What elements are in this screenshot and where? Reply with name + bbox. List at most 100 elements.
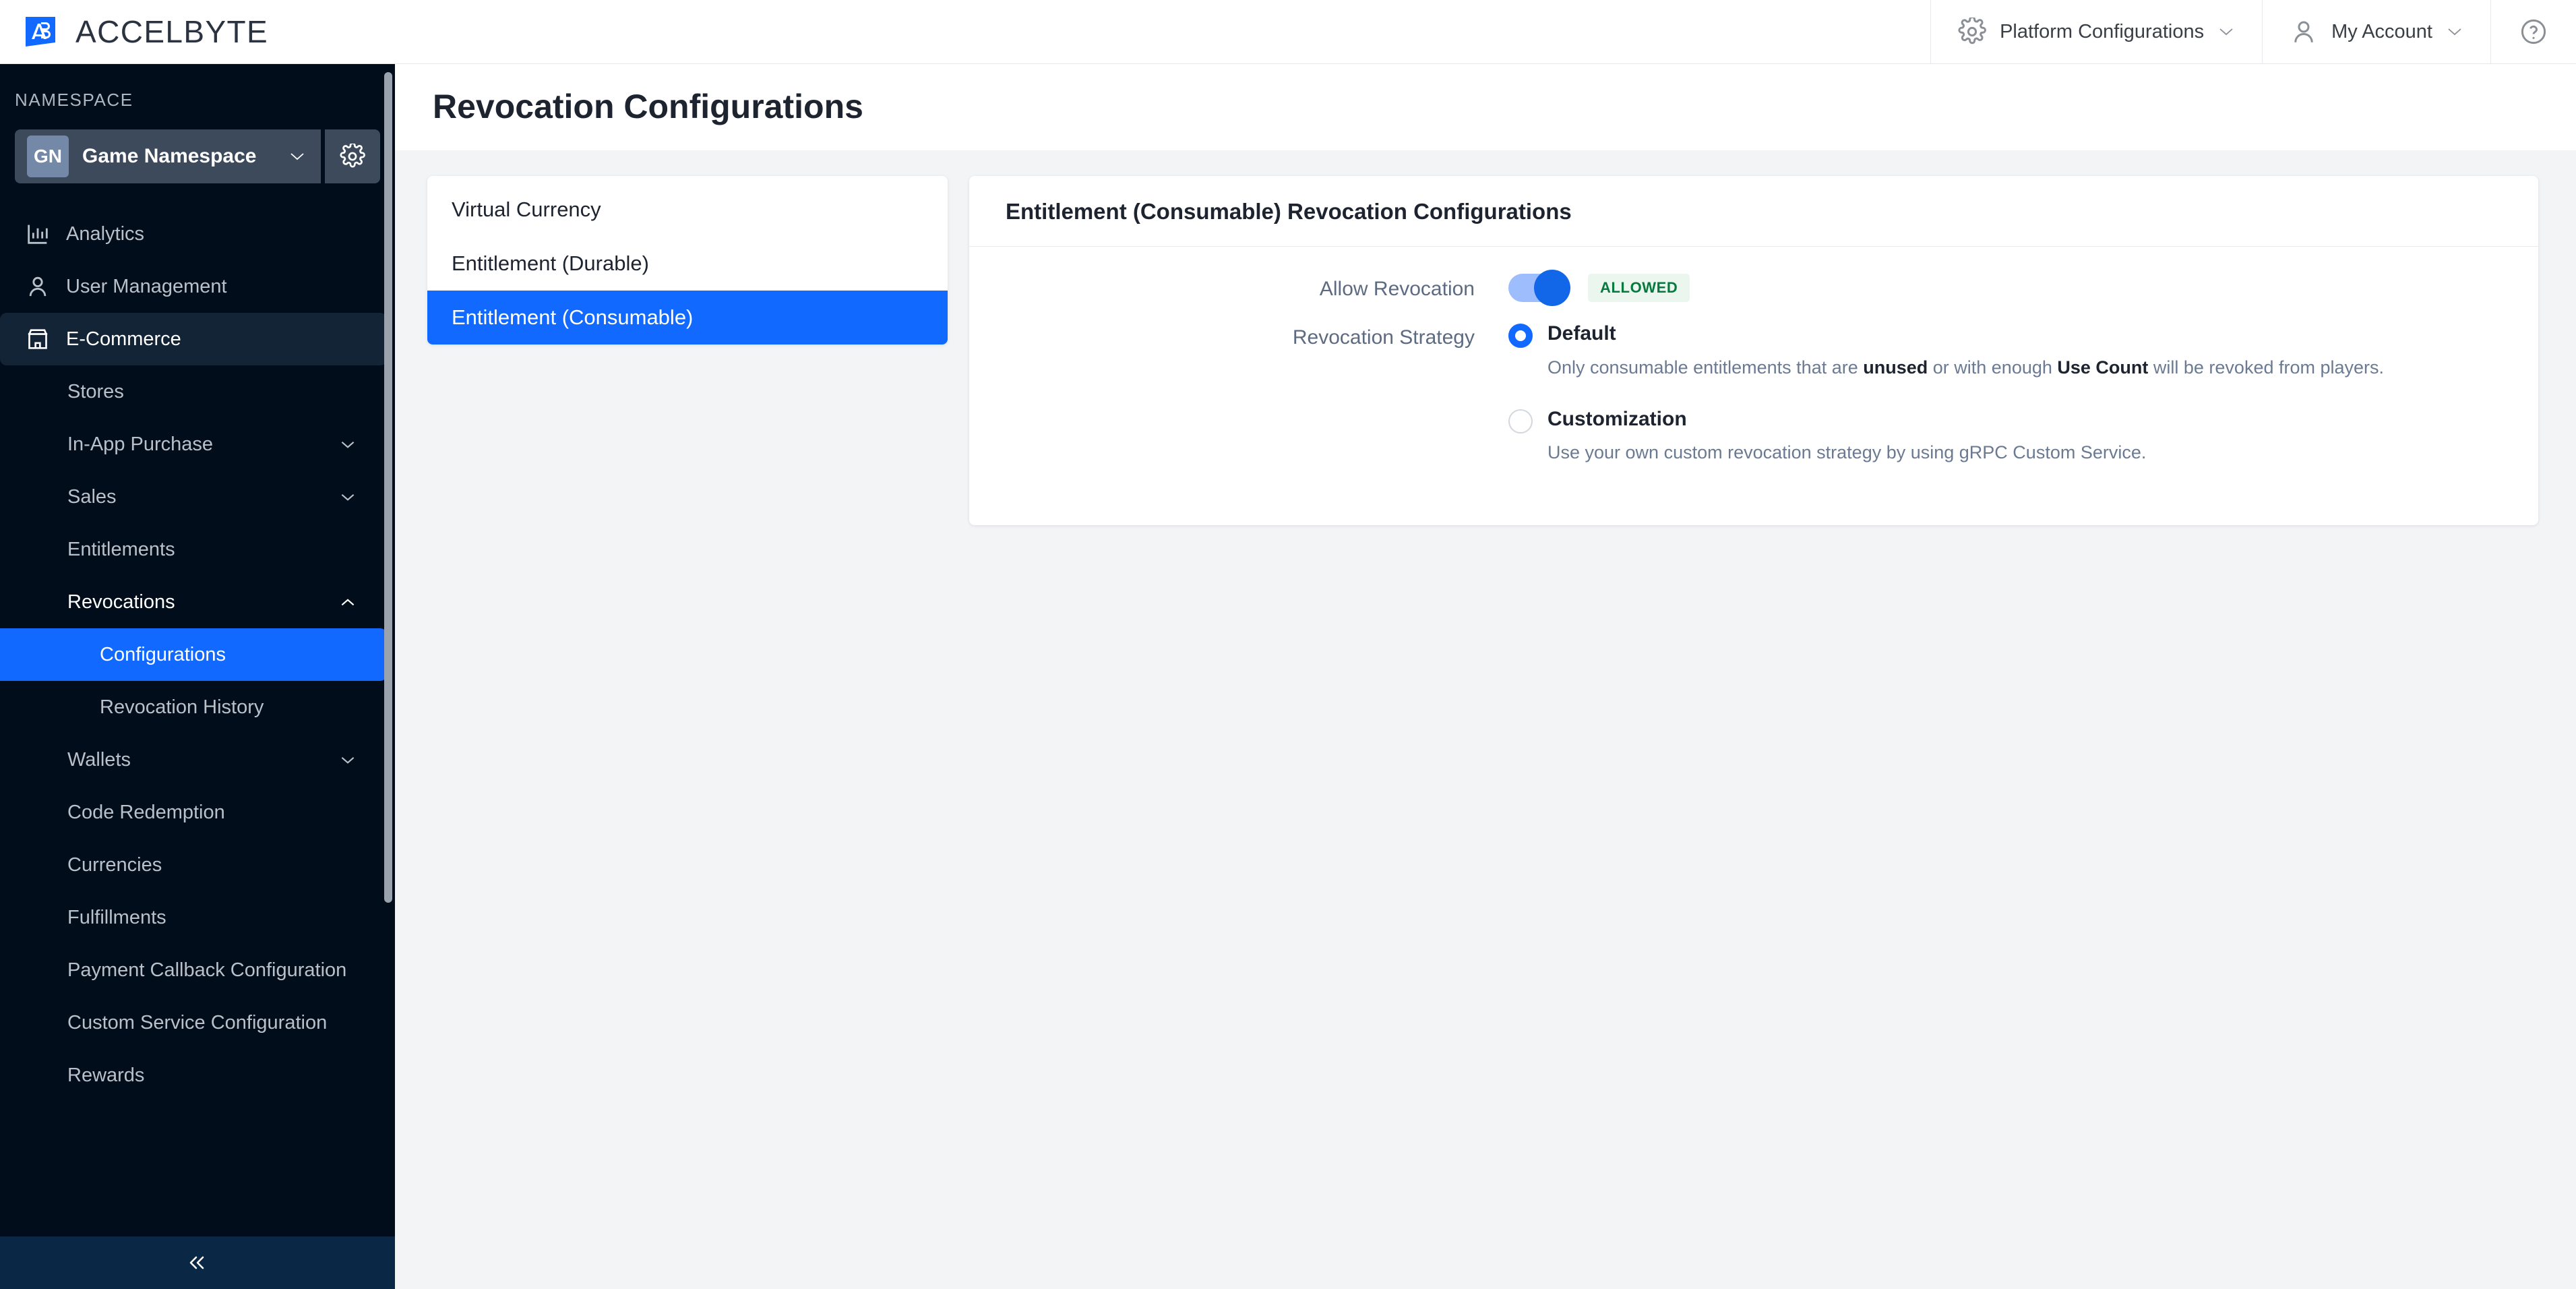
main-content: Revocation Configurations Virtual Curren… <box>395 64 2576 1289</box>
main-body: Virtual Currency Entitlement (Durable) E… <box>395 150 2576 1289</box>
sidebar-item-label: E-Commerce <box>66 328 181 350</box>
gear-icon <box>340 144 365 168</box>
toggle-knob <box>1534 270 1570 306</box>
chevron-down-icon <box>341 493 355 501</box>
brand-logo[interactable]: ACCELBYTE <box>0 13 268 50</box>
sidebar-item-custom-service-configuration[interactable]: Custom Service Configuration <box>0 996 387 1049</box>
sidebar-item-label: Rewards <box>67 1064 145 1086</box>
sidebar-item-configurations[interactable]: Configurations <box>0 628 387 681</box>
sidebar-item-currencies[interactable]: Currencies <box>0 839 387 891</box>
radio-default-input[interactable] <box>1508 324 1533 348</box>
sidebar-scroll-area: NAMESPACE GN Game Namespace Analytics Us… <box>0 64 395 1236</box>
radio-default-description: Only consumable entitlements that are un… <box>1547 356 2384 380</box>
my-account-label: My Account <box>2331 20 2432 42</box>
revocation-config-panel: Entitlement (Consumable) Revocation Conf… <box>969 176 2538 526</box>
help-button[interactable] <box>2490 0 2576 64</box>
radio-default-label: Default <box>1547 322 1616 344</box>
sidebar-item-e-commerce[interactable]: E-Commerce <box>0 313 387 365</box>
namespace-name: Game Namespace <box>82 145 257 167</box>
revocation-strategy-label: Revocation Strategy <box>1292 326 1475 349</box>
sidebar-item-label: Wallets <box>67 748 131 771</box>
user-icon <box>29 276 47 297</box>
namespace-row: GN Game Namespace <box>15 129 380 183</box>
revocation-strategy-control: Default Only consumable entitlements tha… <box>1508 321 2509 471</box>
panel-header: Entitlement (Consumable) Revocation Conf… <box>969 176 2538 247</box>
namespace-settings-button[interactable] <box>325 129 380 183</box>
sidebar-item-label: Entitlements <box>67 538 175 560</box>
sidebar-item-label: Configurations <box>100 643 226 665</box>
sidebar-item-label: Fulfillments <box>67 906 166 928</box>
sidebar-item-entitlements[interactable]: Entitlements <box>0 523 387 576</box>
sidebar-item-revocation-history[interactable]: Revocation History <box>0 681 387 733</box>
sidebar-collapse-button[interactable] <box>0 1236 395 1289</box>
sidebar-item-in-app-purchase[interactable]: In-App Purchase <box>0 418 387 471</box>
desc-text: will be revoked from players. <box>2148 357 2385 378</box>
chevron-down-icon <box>2219 28 2233 36</box>
my-account-menu[interactable]: My Account <box>2262 0 2490 64</box>
sidebar-item-label: User Management <box>66 275 227 297</box>
store-icon <box>28 329 48 349</box>
header-actions: Platform Configurations My Account <box>1930 0 2576 64</box>
sidebar-scrollbar[interactable] <box>384 72 392 903</box>
sidebar-item-label: Revocations <box>67 591 175 613</box>
sidebar-item-label: Analytics <box>66 222 145 245</box>
help-circle-icon <box>2521 19 2546 44</box>
revocation-strategy-row: Revocation Strategy Default Only consuma… <box>969 321 2509 471</box>
sidebar-item-analytics[interactable]: Analytics <box>0 208 387 260</box>
tab-label: Virtual Currency <box>452 198 601 221</box>
config-tab-list: Virtual Currency Entitlement (Durable) E… <box>427 176 948 344</box>
desc-text: Use your own custom revocation strategy … <box>1547 442 2147 463</box>
sidebar-item-label: Sales <box>67 485 117 508</box>
brand-name: ACCELBYTE <box>75 14 269 49</box>
chevron-down-icon <box>341 441 355 448</box>
desc-bold: Use Count <box>2057 357 2149 378</box>
sidebar-item-label: Stores <box>67 380 124 402</box>
chevron-down-icon <box>2448 28 2461 36</box>
sidebar-item-fulfillments[interactable]: Fulfillments <box>0 891 387 944</box>
namespace-selector[interactable]: GN Game Namespace <box>15 129 321 183</box>
sidebar-item-label: In-App Purchase <box>67 433 214 455</box>
sidebar-item-user-management[interactable]: User Management <box>0 260 387 313</box>
platform-configurations-menu[interactable]: Platform Configurations <box>1930 0 2262 64</box>
radio-option-default[interactable]: Default Only consumable entitlements tha… <box>1508 321 2509 380</box>
sidebar-nav: Analytics User Management E-Commerce Sto… <box>0 208 395 1102</box>
desc-text: Only consumable entitlements that are <box>1547 357 1864 378</box>
radio-customization-label: Customization <box>1547 407 1687 430</box>
allow-revocation-row: Allow Revocation ALLOWED <box>969 270 2509 306</box>
status-badge: ALLOWED <box>1588 274 1690 302</box>
namespace-avatar: GN <box>27 136 69 177</box>
accelbyte-logo-icon <box>26 17 55 47</box>
top-header: ACCELBYTE Platform Configurations My Acc… <box>0 0 2576 64</box>
desc-bold: unused <box>1863 357 1928 378</box>
chevrons-left-icon <box>189 1256 204 1269</box>
sidebar-item-rewards[interactable]: Rewards <box>0 1049 387 1102</box>
main-header: Revocation Configurations <box>395 64 2576 150</box>
desc-text: or with enough <box>1928 357 2058 378</box>
sidebar-item-wallets[interactable]: Wallets <box>0 733 387 786</box>
chevron-down-icon <box>341 756 355 764</box>
sidebar-item-stores[interactable]: Stores <box>0 365 387 418</box>
allow-revocation-label: Allow Revocation <box>1319 278 1475 300</box>
tab-entitlement-durable[interactable]: Entitlement (Durable) <box>427 237 948 291</box>
tab-entitlement-consumable[interactable]: Entitlement (Consumable) <box>427 291 948 344</box>
sidebar: NAMESPACE GN Game Namespace Analytics Us… <box>0 64 395 1289</box>
sidebar-item-revocations[interactable]: Revocations <box>0 576 387 628</box>
sidebar-item-code-redemption[interactable]: Code Redemption <box>0 786 387 839</box>
panel-title: Entitlement (Consumable) Revocation Conf… <box>1006 199 1572 224</box>
sidebar-item-label: Currencies <box>67 853 162 876</box>
chevron-down-icon <box>290 153 304 160</box>
chart-icon <box>28 224 48 244</box>
tab-virtual-currency[interactable]: Virtual Currency <box>427 183 948 237</box>
radio-customization-description: Use your own custom revocation strategy … <box>1547 441 2146 464</box>
tab-label: Entitlement (Consumable) <box>452 305 694 329</box>
sidebar-item-label: Revocation History <box>100 696 264 718</box>
panel-body: Allow Revocation ALLOWED Revocation Stra… <box>969 247 2538 525</box>
radio-option-customization[interactable]: Customization Use your own custom revoca… <box>1508 407 2509 465</box>
radio-customization-input[interactable] <box>1508 409 1533 433</box>
sidebar-item-payment-callback-configuration[interactable]: Payment Callback Configuration <box>0 944 387 996</box>
sidebar-item-sales[interactable]: Sales <box>0 471 387 523</box>
allow-revocation-toggle[interactable] <box>1508 270 1570 306</box>
body-row: NAMESPACE GN Game Namespace Analytics Us… <box>0 64 2576 1289</box>
platform-configurations-label: Platform Configurations <box>2000 20 2205 42</box>
